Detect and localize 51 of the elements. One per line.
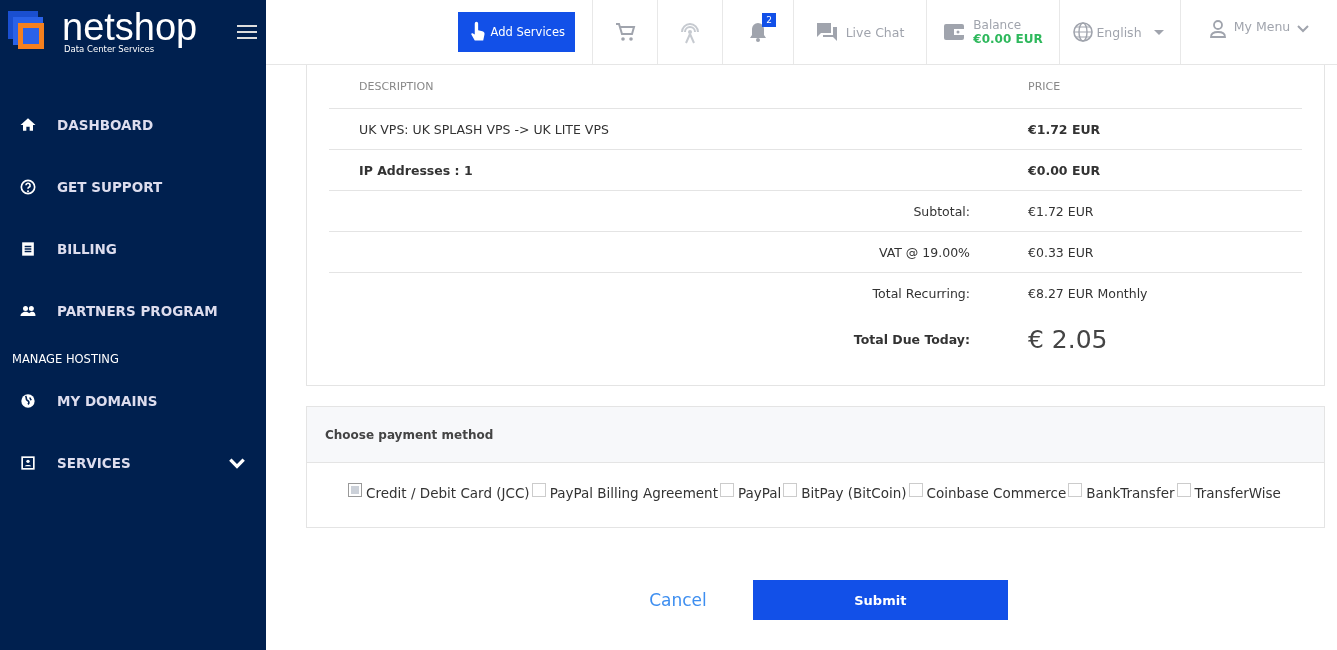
payment-option[interactable]: BankTransfer [1068,482,1175,505]
total-label: Total Recurring: [871,285,971,301]
total-value: €0.33 EUR [1028,244,1095,260]
item-price: €1.72 EUR [1028,121,1102,137]
sidebar-item[interactable]: PARTNERS PROGRAM [0,280,266,342]
sidebar-item[interactable]: BILLING [0,218,266,280]
notification-badge: 2 [762,13,776,27]
cart-icon[interactable] [613,20,637,44]
item-price: €0.00 EUR [1028,162,1102,178]
item-description: IP Addresses : 1 [359,162,474,178]
total-value: €1.72 EUR [1028,203,1095,219]
total-label: Subtotal: [912,203,971,219]
section-heading: MANAGE HOSTING [11,351,120,368]
payment-radio[interactable] [1068,483,1083,497]
nav-icon [18,177,38,197]
globe-icon [1072,21,1095,43]
chat-icon [815,22,838,42]
payment-radio[interactable] [908,483,923,497]
payment-option[interactable]: Credit / Debit Card (JCC) [348,482,530,505]
payment-option[interactable]: Coinbase Commerce [908,482,1067,505]
sidebar-item[interactable]: GET SUPPORT [0,156,266,218]
bell-icon[interactable] [748,21,768,43]
payment-option[interactable]: PayPal [719,482,782,505]
sidebar-item[interactable]: DASHBOARD [0,94,266,156]
payment-radio[interactable] [531,483,546,497]
payment-option[interactable]: TransferWise [1176,482,1281,505]
balance-value: €0.00 EUR [973,32,1043,46]
user-icon [1207,19,1228,39]
menu-icon[interactable] [237,25,258,39]
payment-radio[interactable] [348,483,363,497]
submit-button[interactable]: Submit [752,580,1008,620]
total-value: €8.27 EUR Monthly [1028,285,1149,301]
sidebar-item[interactable]: MY DOMAINS [0,370,266,432]
payment-title: Choose payment method [307,407,1324,463]
balance-label: Balance [973,18,1023,32]
payment-option[interactable]: PayPal Billing Agreement [531,482,718,505]
item-description: UK VPS: UK SPLASH VPS -> UK LITE VPS [359,121,610,137]
payment-radio[interactable] [783,483,798,497]
nav-icon [18,391,38,411]
column-header: DESCRIPTION [359,80,435,93]
payment-radio[interactable] [719,483,734,497]
payment-option[interactable]: BitPay (BitCoin) [783,482,907,505]
wallet-icon [943,22,966,42]
payment-radio[interactable] [1176,483,1191,497]
total-due-amount: € 2.05 [1028,324,1109,354]
add-services-button[interactable]: Add Services [458,12,575,52]
nav-icon [18,453,38,473]
column-header: PRICE [1028,80,1062,93]
sidebar-item[interactable]: SERVICES [0,432,266,494]
total-due-label: Total Due Today: [852,331,971,347]
total-label: VAT @ 19.00% [877,244,971,260]
